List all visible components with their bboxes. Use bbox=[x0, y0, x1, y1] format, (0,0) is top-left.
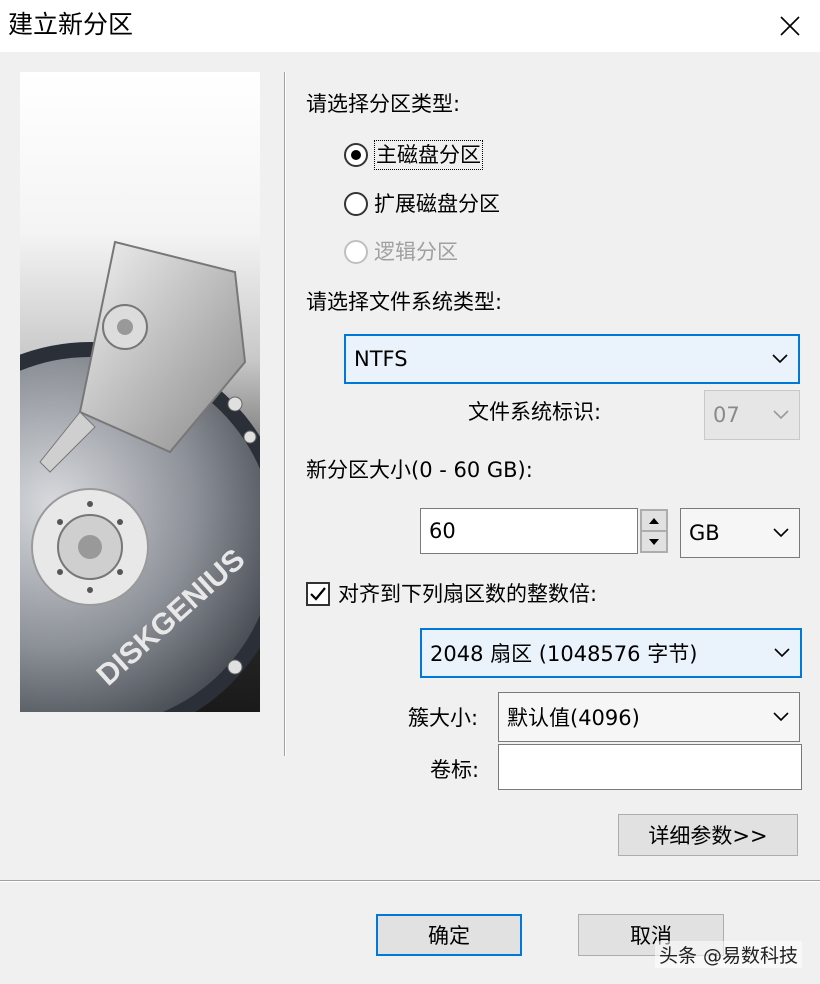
watermark-text: 头条 @易数科技 bbox=[654, 941, 802, 968]
partition-size-input[interactable]: 60 bbox=[420, 508, 638, 554]
chevron-down-icon bbox=[773, 528, 789, 538]
spin-down-button[interactable] bbox=[641, 531, 667, 552]
radio-label: 扩展磁盘分区 bbox=[374, 192, 500, 216]
radio-button[interactable] bbox=[344, 192, 368, 216]
partition-type-label: 请选择分区类型: bbox=[306, 92, 461, 116]
close-button[interactable] bbox=[760, 0, 820, 52]
radio-button-disabled bbox=[344, 240, 368, 264]
radio-button-selected[interactable] bbox=[344, 143, 368, 167]
filesystem-id-label: 文件系统标识: bbox=[468, 400, 602, 424]
filesystem-select[interactable]: NTFS bbox=[344, 334, 800, 384]
filesystem-id-value: 07 bbox=[713, 403, 740, 427]
size-unit-select[interactable]: GB bbox=[680, 508, 800, 558]
chevron-down-icon bbox=[772, 354, 788, 364]
cluster-size-select[interactable]: 默认值(4096) bbox=[498, 692, 800, 742]
spin-up-button[interactable] bbox=[641, 510, 667, 531]
volume-label-label: 卷标: bbox=[430, 758, 480, 782]
align-checkbox[interactable] bbox=[306, 582, 330, 606]
cluster-size-label: 簇大小: bbox=[408, 706, 479, 730]
ok-button[interactable]: 确定 bbox=[376, 914, 522, 956]
details-button[interactable]: 详细参数>> bbox=[618, 814, 798, 856]
triangle-down-icon bbox=[649, 538, 659, 545]
size-spinner bbox=[640, 509, 668, 553]
partition-size-value: 60 bbox=[429, 519, 456, 543]
radio-primary-partition[interactable]: 主磁盘分区 bbox=[344, 140, 483, 170]
radio-extended-partition[interactable]: 扩展磁盘分区 bbox=[344, 190, 500, 218]
alignment-select[interactable]: 2048 扇区 (1048576 字节) bbox=[420, 628, 802, 678]
filesystem-id-select: 07 bbox=[704, 390, 800, 440]
hard-disk-illustration: DISKGENIUS bbox=[20, 240, 260, 712]
chevron-down-icon bbox=[774, 648, 790, 658]
size-unit-value: GB bbox=[689, 521, 720, 545]
triangle-up-icon bbox=[649, 517, 659, 524]
bottom-separator bbox=[0, 880, 820, 882]
title-bar: 建立新分区 bbox=[0, 0, 820, 52]
cluster-size-value: 默认值(4096) bbox=[507, 706, 640, 730]
chevron-down-icon bbox=[773, 712, 789, 722]
filesystem-selected-value: NTFS bbox=[354, 347, 408, 371]
partition-size-label: 新分区大小(0 - 60 GB): bbox=[306, 458, 533, 482]
chevron-down-icon bbox=[773, 410, 789, 420]
radio-label: 主磁盘分区 bbox=[374, 140, 483, 170]
disk-image-panel: DISKGENIUS bbox=[20, 72, 260, 712]
radio-label: 逻辑分区 bbox=[374, 240, 458, 264]
vertical-separator bbox=[284, 72, 286, 756]
filesystem-type-label: 请选择文件系统类型: bbox=[306, 290, 503, 314]
close-icon bbox=[780, 16, 800, 36]
checkmark-icon bbox=[310, 587, 326, 601]
alignment-selected-value: 2048 扇区 (1048576 字节) bbox=[430, 642, 698, 666]
radio-logical-partition: 逻辑分区 bbox=[344, 238, 458, 266]
window-title: 建立新分区 bbox=[8, 10, 134, 39]
volume-label-input[interactable] bbox=[498, 744, 802, 790]
align-checkbox-label[interactable]: 对齐到下列扇区数的整数倍: bbox=[338, 580, 597, 608]
